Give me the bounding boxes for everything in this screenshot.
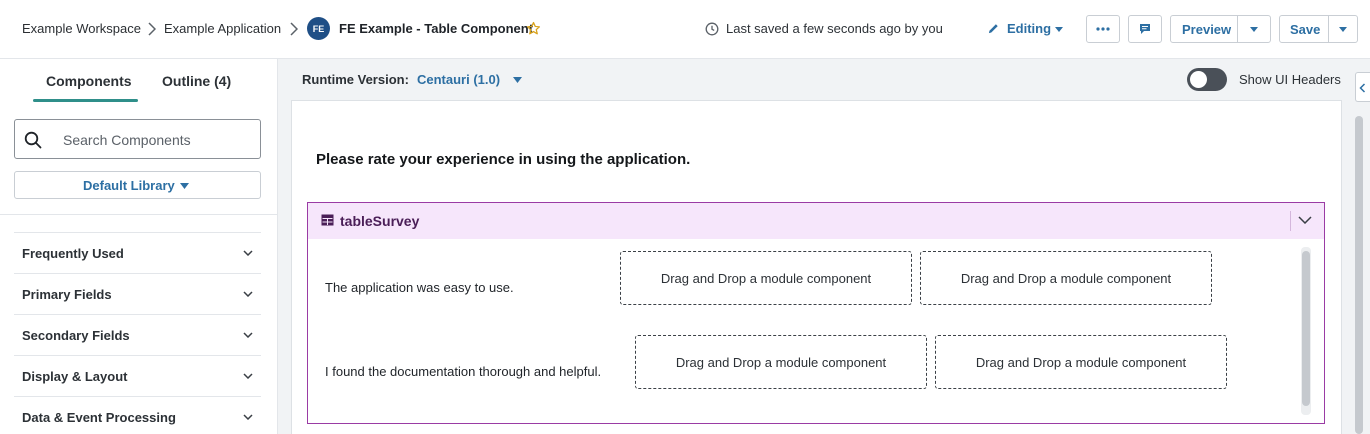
chevron-down-icon — [243, 291, 253, 297]
category-label: Display & Layout — [22, 369, 128, 384]
page-title: FE Example - Table Component — [339, 21, 534, 36]
pencil-icon — [988, 24, 998, 34]
category-label: Secondary Fields — [22, 328, 130, 343]
show-ui-headers-toggle[interactable] — [1187, 68, 1227, 91]
row-label: The application was easy to use. — [325, 280, 514, 295]
scrollbar-thumb[interactable] — [1355, 116, 1363, 434]
design-area: Runtime Version: Centauri (1.0) Show UI … — [278, 59, 1370, 434]
app-badge: FE — [307, 17, 330, 40]
tab-components[interactable]: Components — [46, 73, 132, 89]
more-button[interactable] — [1086, 15, 1120, 43]
drop-zone[interactable]: Drag and Drop a module component — [635, 335, 927, 389]
category-secondary-fields[interactable]: Secondary Fields — [14, 314, 261, 355]
row-label: I found the documentation thorough and h… — [325, 364, 602, 379]
table-component[interactable]: tableSurvey The application was easy to … — [307, 202, 1325, 424]
library-label: Default Library — [83, 178, 175, 193]
caret-down-icon — [513, 77, 522, 83]
search-components-field[interactable]: Search Components — [14, 119, 261, 159]
caret-down-icon[interactable] — [1339, 27, 1347, 32]
main-scrollbar[interactable] — [1354, 116, 1364, 434]
caret-down-icon — [1055, 27, 1063, 32]
chevron-right-icon — [290, 22, 298, 36]
runtime-version-dropdown[interactable]: Centauri (1.0) — [417, 72, 500, 87]
category-label: Primary Fields — [22, 287, 112, 302]
show-ui-headers-label: Show UI Headers — [1239, 72, 1341, 87]
category-frequently-used[interactable]: Frequently Used — [14, 232, 261, 273]
preview-label: Preview — [1182, 21, 1232, 37]
more-horizontal-icon — [1096, 27, 1110, 31]
chevron-down-icon — [243, 373, 253, 379]
components-panel: Components Outline (4) Search Components… — [0, 59, 278, 434]
comments-button[interactable] — [1128, 15, 1162, 43]
table-icon — [321, 214, 334, 226]
component-header[interactable]: tableSurvey — [308, 203, 1324, 239]
search-icon — [24, 131, 42, 149]
top-bar: Example Workspace Example Application FE… — [0, 0, 1370, 59]
star-icon[interactable] — [526, 21, 541, 36]
comment-icon — [1140, 24, 1150, 34]
collapse-panel-button[interactable] — [1355, 72, 1370, 102]
chevron-down-icon[interactable] — [1298, 216, 1312, 224]
drop-zone[interactable]: Drag and Drop a module component — [620, 251, 912, 305]
drop-zone[interactable]: Drag and Drop a module component — [920, 251, 1212, 305]
divider — [0, 214, 277, 215]
clock-icon — [705, 22, 719, 36]
chevron-left-icon — [1359, 83, 1366, 93]
chevron-right-icon — [148, 22, 156, 36]
breadcrumb-workspace[interactable]: Example Workspace — [22, 21, 141, 36]
chevron-down-icon — [243, 332, 253, 338]
caret-down-icon[interactable] — [1250, 27, 1258, 32]
category-primary-fields[interactable]: Primary Fields — [14, 273, 261, 314]
component-name: tableSurvey — [340, 213, 420, 229]
divider — [1328, 15, 1329, 43]
breadcrumb-application[interactable]: Example Application — [164, 21, 281, 36]
category-label: Frequently Used — [22, 246, 124, 261]
category-label: Data & Event Processing — [22, 410, 176, 425]
tab-outline[interactable]: Outline (4) — [162, 73, 231, 89]
survey-question: Please rate your experience in using the… — [316, 151, 691, 168]
inner-scrollbar[interactable] — [1301, 247, 1311, 415]
save-status: Last saved a few seconds ago by you — [726, 21, 943, 36]
category-display-layout[interactable]: Display & Layout — [14, 355, 261, 396]
runtime-version-label: Runtime Version: — [302, 72, 409, 87]
save-label: Save — [1290, 21, 1321, 37]
caret-down-icon — [180, 183, 189, 189]
drop-zone[interactable]: Drag and Drop a module component — [935, 335, 1227, 389]
active-tab-indicator — [33, 99, 138, 102]
mode-dropdown[interactable]: Editing — [1007, 21, 1051, 36]
category-data-event-processing[interactable]: Data & Event Processing — [14, 396, 261, 434]
library-dropdown[interactable]: Default Library — [14, 171, 261, 199]
chevron-down-icon — [243, 250, 253, 256]
chevron-down-icon — [243, 414, 253, 420]
divider — [1290, 211, 1291, 231]
toggle-knob — [1190, 71, 1207, 88]
search-placeholder: Search Components — [63, 132, 191, 148]
divider — [1237, 15, 1238, 43]
canvas: Please rate your experience in using the… — [291, 100, 1342, 434]
scrollbar-thumb[interactable] — [1302, 251, 1310, 406]
